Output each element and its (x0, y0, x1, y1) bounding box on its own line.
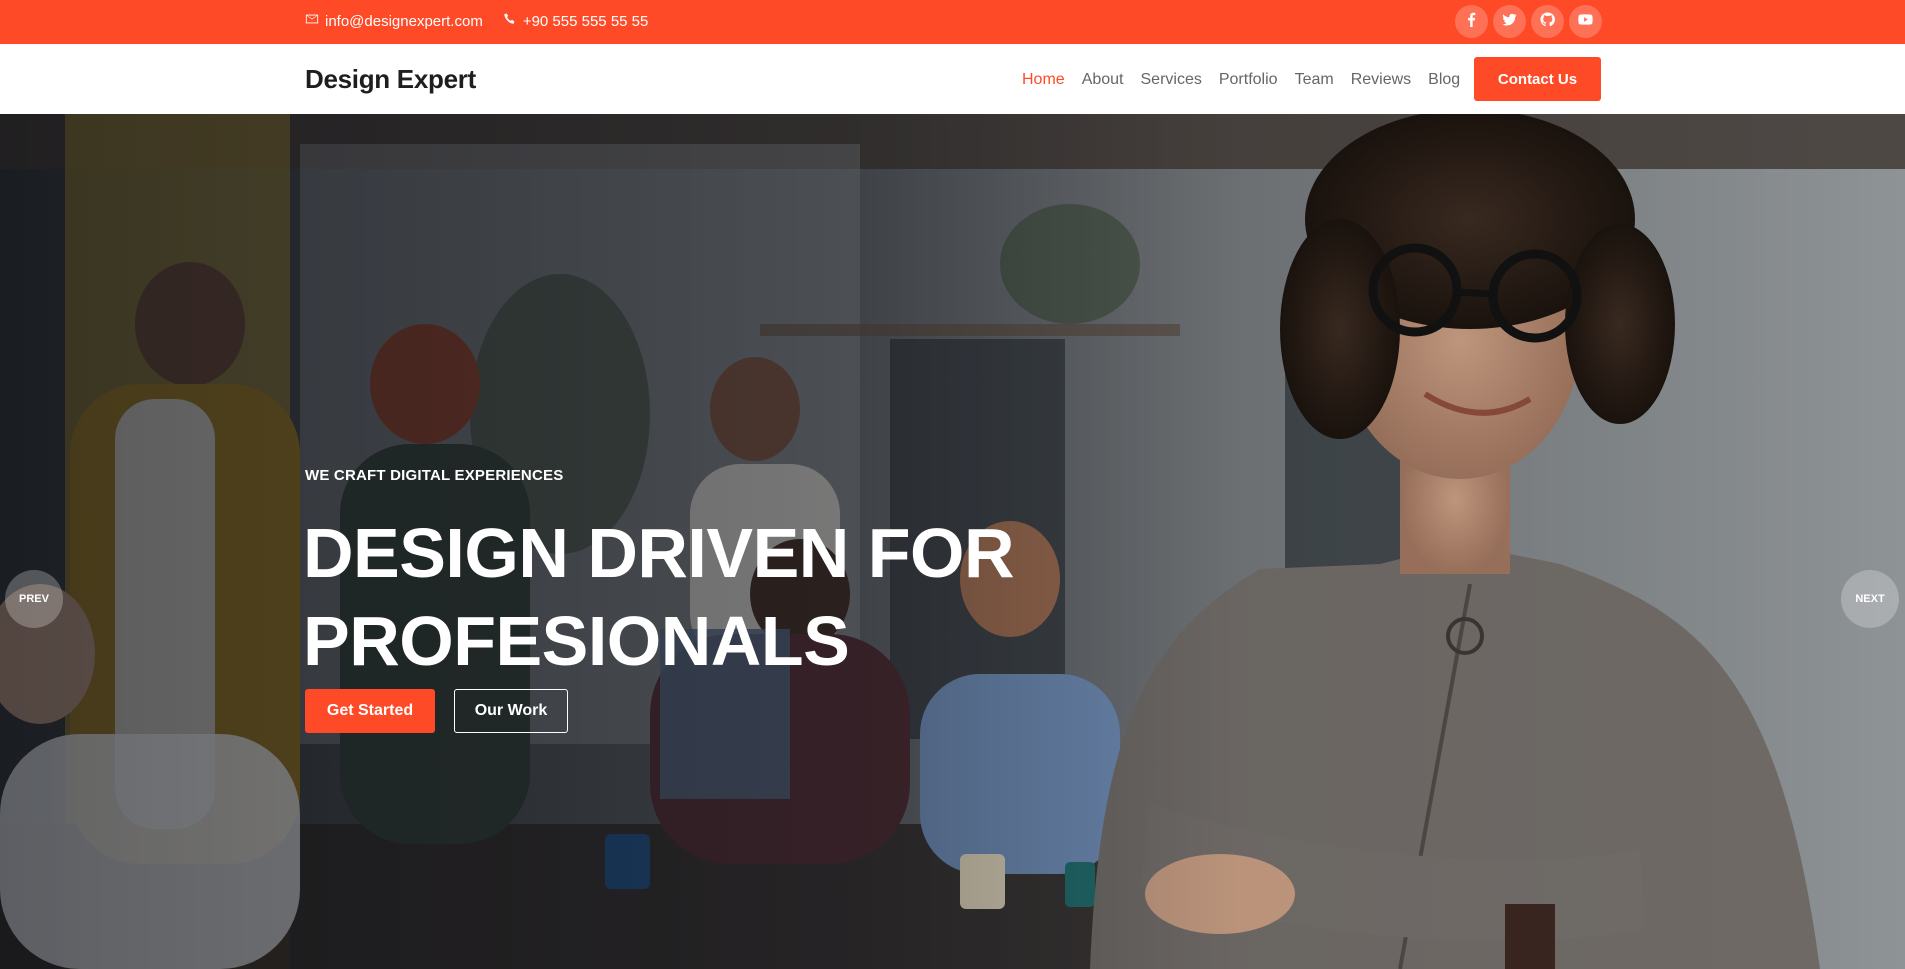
envelope-icon (305, 12, 319, 30)
hero-headline: DESIGN DRIVEN FOR PROFESIONALS (303, 509, 1063, 685)
nav-about[interactable]: About (1082, 71, 1124, 89)
facebook-icon (1464, 12, 1479, 32)
phone-link[interactable]: +90 555 555 55 55 (503, 12, 649, 30)
nav-services[interactable]: Services (1141, 71, 1202, 89)
social-links (1455, 5, 1602, 38)
phone-text: +90 555 555 55 55 (522, 12, 649, 30)
prev-label: PREV (19, 593, 49, 605)
our-work-button[interactable]: Our Work (454, 689, 568, 733)
phone-icon (503, 12, 517, 30)
facebook-button[interactable] (1455, 5, 1488, 38)
github-button[interactable] (1531, 5, 1564, 38)
nav-team[interactable]: Team (1295, 71, 1334, 89)
youtube-button[interactable] (1569, 5, 1602, 38)
twitter-icon (1502, 12, 1517, 32)
top-bar: info@designexpert.com +90 555 555 55 55 (0, 0, 1905, 44)
hero-headline-line-2: PROFESIONALS (303, 602, 850, 680)
nav-portfolio[interactable]: Portfolio (1219, 71, 1278, 89)
hero-kicker: WE CRAFT DIGITAL EXPERIENCES (305, 467, 564, 484)
prev-slide-button[interactable]: PREV (5, 570, 63, 628)
nav-blog[interactable]: Blog (1428, 71, 1460, 89)
email-text: info@designexpert.com (325, 12, 483, 30)
github-icon (1540, 11, 1555, 32)
hero-slider: WE CRAFT DIGITAL EXPERIENCES DESIGN DRIV… (0, 114, 1905, 969)
nav-home[interactable]: Home (1022, 71, 1065, 89)
get-started-button[interactable]: Get Started (305, 689, 435, 733)
next-slide-button[interactable]: NEXT (1841, 570, 1899, 628)
contact-info: info@designexpert.com +90 555 555 55 55 (305, 12, 648, 30)
main-nav: Home About Services Portfolio Team Revie… (1022, 71, 1460, 89)
youtube-icon (1578, 12, 1593, 32)
main-header: Design Expert Home About Services Portfo… (0, 44, 1905, 114)
twitter-button[interactable] (1493, 5, 1526, 38)
site-logo[interactable]: Design Expert (305, 64, 476, 95)
contact-us-button[interactable]: Contact Us (1474, 57, 1601, 101)
hero-headline-line-1: DESIGN DRIVEN FOR (303, 514, 1015, 592)
nav-reviews[interactable]: Reviews (1351, 71, 1411, 89)
email-link[interactable]: info@designexpert.com (305, 12, 483, 30)
next-label: NEXT (1855, 593, 1885, 605)
